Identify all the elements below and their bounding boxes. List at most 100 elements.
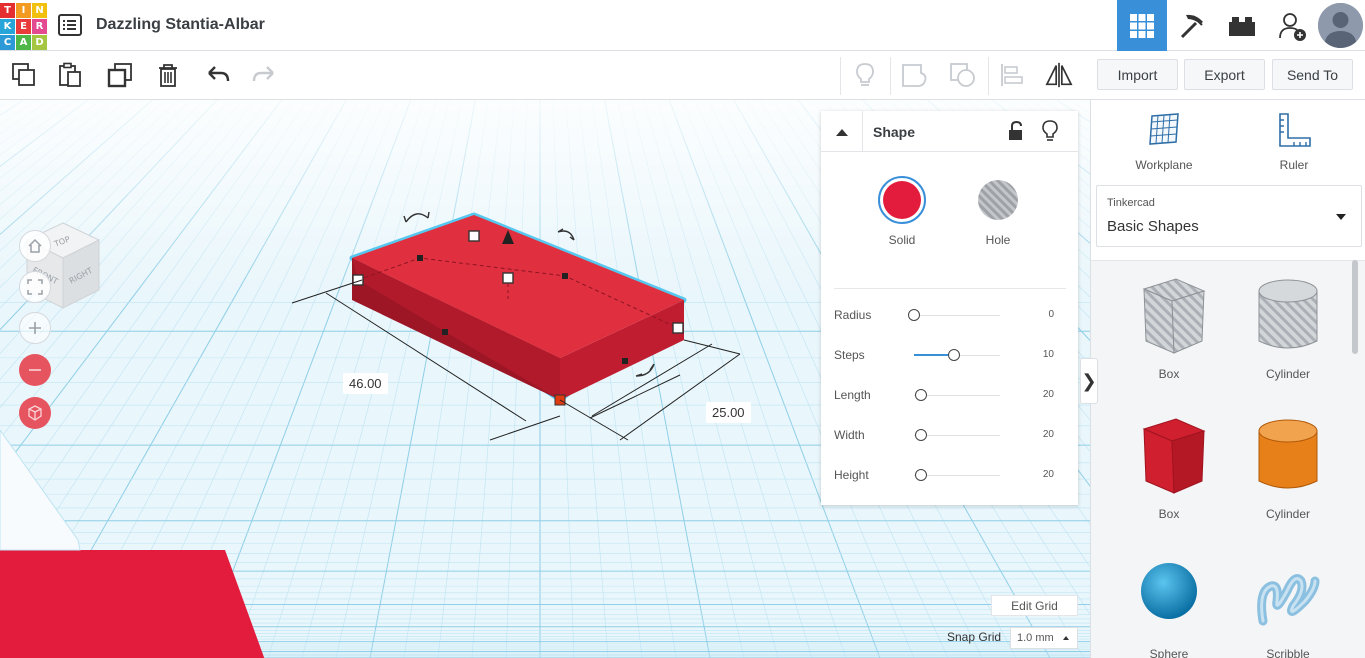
hide-light-button[interactable] — [1042, 120, 1058, 147]
resize-handle[interactable] — [468, 230, 480, 242]
property-slider-knob[interactable] — [914, 389, 927, 401]
home-view-button[interactable] — [19, 230, 51, 262]
snap-grid-value: 1.0 mm — [1017, 632, 1054, 644]
duplicate-button[interactable] — [106, 61, 134, 89]
hole-swatch[interactable] — [974, 176, 1022, 224]
workplane-tool[interactable]: Workplane — [1119, 112, 1209, 172]
library-category: Tinkercad — [1107, 197, 1155, 209]
align-button[interactable] — [998, 61, 1026, 89]
shape-tile-box[interactable]: Box — [1114, 411, 1224, 541]
collapse-inspector-button[interactable] — [821, 111, 863, 152]
shape-tile-scribble[interactable]: Scribble — [1233, 551, 1343, 658]
copy-button[interactable] — [10, 61, 38, 89]
property-slider-knob[interactable] — [908, 309, 920, 321]
property-value[interactable]: 20 — [1043, 469, 1054, 480]
shape-tile-box-hole[interactable]: Box — [1114, 271, 1224, 401]
panel-toggle-button[interactable]: ❯ — [1080, 358, 1098, 404]
design-menu-icon[interactable] — [58, 14, 82, 36]
right-panel: Workplane Ruler Tinkercad Basic Shapes B… — [1090, 100, 1365, 658]
chevron-right-icon: ❯ — [1081, 370, 1097, 391]
property-slider-track[interactable] — [914, 315, 1000, 316]
shape-library-select[interactable]: Tinkercad Basic Shapes — [1096, 185, 1362, 247]
undo-button[interactable] — [204, 61, 232, 89]
pickaxe-icon — [1180, 14, 1203, 38]
caret-up-icon — [835, 128, 848, 136]
redo-button[interactable] — [250, 61, 278, 89]
zoom-out-button[interactable] — [19, 354, 51, 386]
tinkercad-logo[interactable]: TIN KER CAD — [0, 3, 47, 50]
shape-tile-cylinder[interactable]: Cylinder — [1233, 411, 1343, 541]
delete-button[interactable] — [154, 61, 182, 89]
property-slider-knob[interactable] — [914, 429, 927, 441]
cylinder-icon — [1258, 419, 1318, 489]
add-user-button[interactable] — [1267, 0, 1317, 51]
import-button[interactable]: Import — [1097, 59, 1178, 90]
light-bulb-icon — [856, 63, 874, 86]
resize-handle[interactable] — [562, 273, 568, 279]
perspective-button[interactable] — [19, 397, 51, 429]
resize-handle[interactable] — [417, 255, 423, 261]
light-bulb-button[interactable] — [851, 61, 879, 89]
fit-view-button[interactable] — [19, 271, 51, 303]
zoom-in-button[interactable] — [19, 312, 51, 344]
property-slider-knob[interactable] — [914, 469, 927, 481]
inspector-divider — [834, 288, 1066, 289]
property-slider-knob[interactable] — [948, 349, 961, 361]
shape-tile-sphere[interactable]: Sphere — [1114, 551, 1224, 658]
user-avatar-icon — [1318, 3, 1363, 48]
property-slider-track[interactable] — [914, 475, 1000, 476]
redo-icon — [252, 66, 274, 82]
snap-grid-select[interactable]: 1.0 mm — [1010, 627, 1078, 649]
align-icon — [1001, 64, 1023, 86]
solid-mode-button[interactable]: Solid — [872, 176, 932, 247]
logo-letter: D — [32, 35, 47, 50]
ungroup-button[interactable] — [949, 61, 977, 89]
edit-grid-button[interactable]: Edit Grid — [991, 595, 1078, 616]
shape-name: Cylinder — [1265, 367, 1310, 381]
duplicate-icon — [107, 63, 132, 88]
hole-mode-button[interactable]: Hole — [968, 176, 1028, 247]
bricks-icon — [1229, 16, 1255, 36]
mirror-button[interactable] — [1045, 61, 1073, 89]
property-height: Height 20 — [834, 466, 1066, 486]
shape-list: Box Cylinder Box Cylinder Sphere Scribble — [1091, 260, 1365, 658]
workplane-icon — [1149, 113, 1179, 145]
project-title[interactable]: Dazzling Stantia-Albar — [96, 16, 265, 34]
property-value[interactable]: 20 — [1043, 389, 1054, 400]
property-slider-track[interactable] — [914, 395, 1000, 396]
grid-view-button[interactable] — [1117, 0, 1167, 51]
property-value[interactable]: 10 — [1043, 349, 1054, 360]
trash-icon — [159, 64, 177, 87]
length-dimension-label[interactable]: 46.00 — [343, 373, 388, 394]
property-value[interactable]: 0 — [1048, 309, 1054, 320]
logo-letter: R — [32, 19, 47, 34]
property-label: Radius — [834, 308, 872, 322]
logo-letter: K — [0, 19, 15, 34]
property-value[interactable]: 20 — [1043, 429, 1054, 440]
shape-list-scrollbar[interactable] — [1352, 260, 1358, 354]
avatar[interactable] — [1318, 3, 1363, 48]
width-dimension-label[interactable]: 25.00 — [706, 402, 751, 423]
export-button[interactable]: Export — [1184, 59, 1265, 90]
mirror-icon — [1045, 62, 1073, 88]
resize-handle[interactable] — [502, 272, 514, 284]
shape-inspector: Shape Solid Hole Radius 0 Steps 10 Lengt… — [821, 111, 1078, 505]
caret-up-icon — [1063, 636, 1069, 640]
bricks-button[interactable] — [1217, 0, 1267, 51]
shape-tile-cylinder-hole[interactable]: Cylinder — [1233, 271, 1343, 401]
property-slider-track[interactable] — [914, 435, 1000, 436]
ruler-icon — [1279, 113, 1311, 147]
property-label: Width — [834, 428, 865, 442]
resize-handle[interactable] — [672, 322, 684, 334]
solid-color-swatch[interactable] — [878, 176, 926, 224]
paste-button[interactable] — [56, 61, 84, 89]
group-button[interactable] — [901, 61, 929, 89]
lock-button[interactable] — [1007, 120, 1025, 146]
resize-handle[interactable] — [442, 329, 448, 335]
solid-label: Solid — [888, 233, 916, 247]
ruler-tool[interactable]: Ruler — [1249, 112, 1339, 172]
build-button[interactable] — [1167, 0, 1217, 51]
logo-letter: A — [16, 35, 31, 50]
resize-handle[interactable] — [622, 358, 628, 364]
send-to-button[interactable]: Send To — [1272, 59, 1353, 90]
